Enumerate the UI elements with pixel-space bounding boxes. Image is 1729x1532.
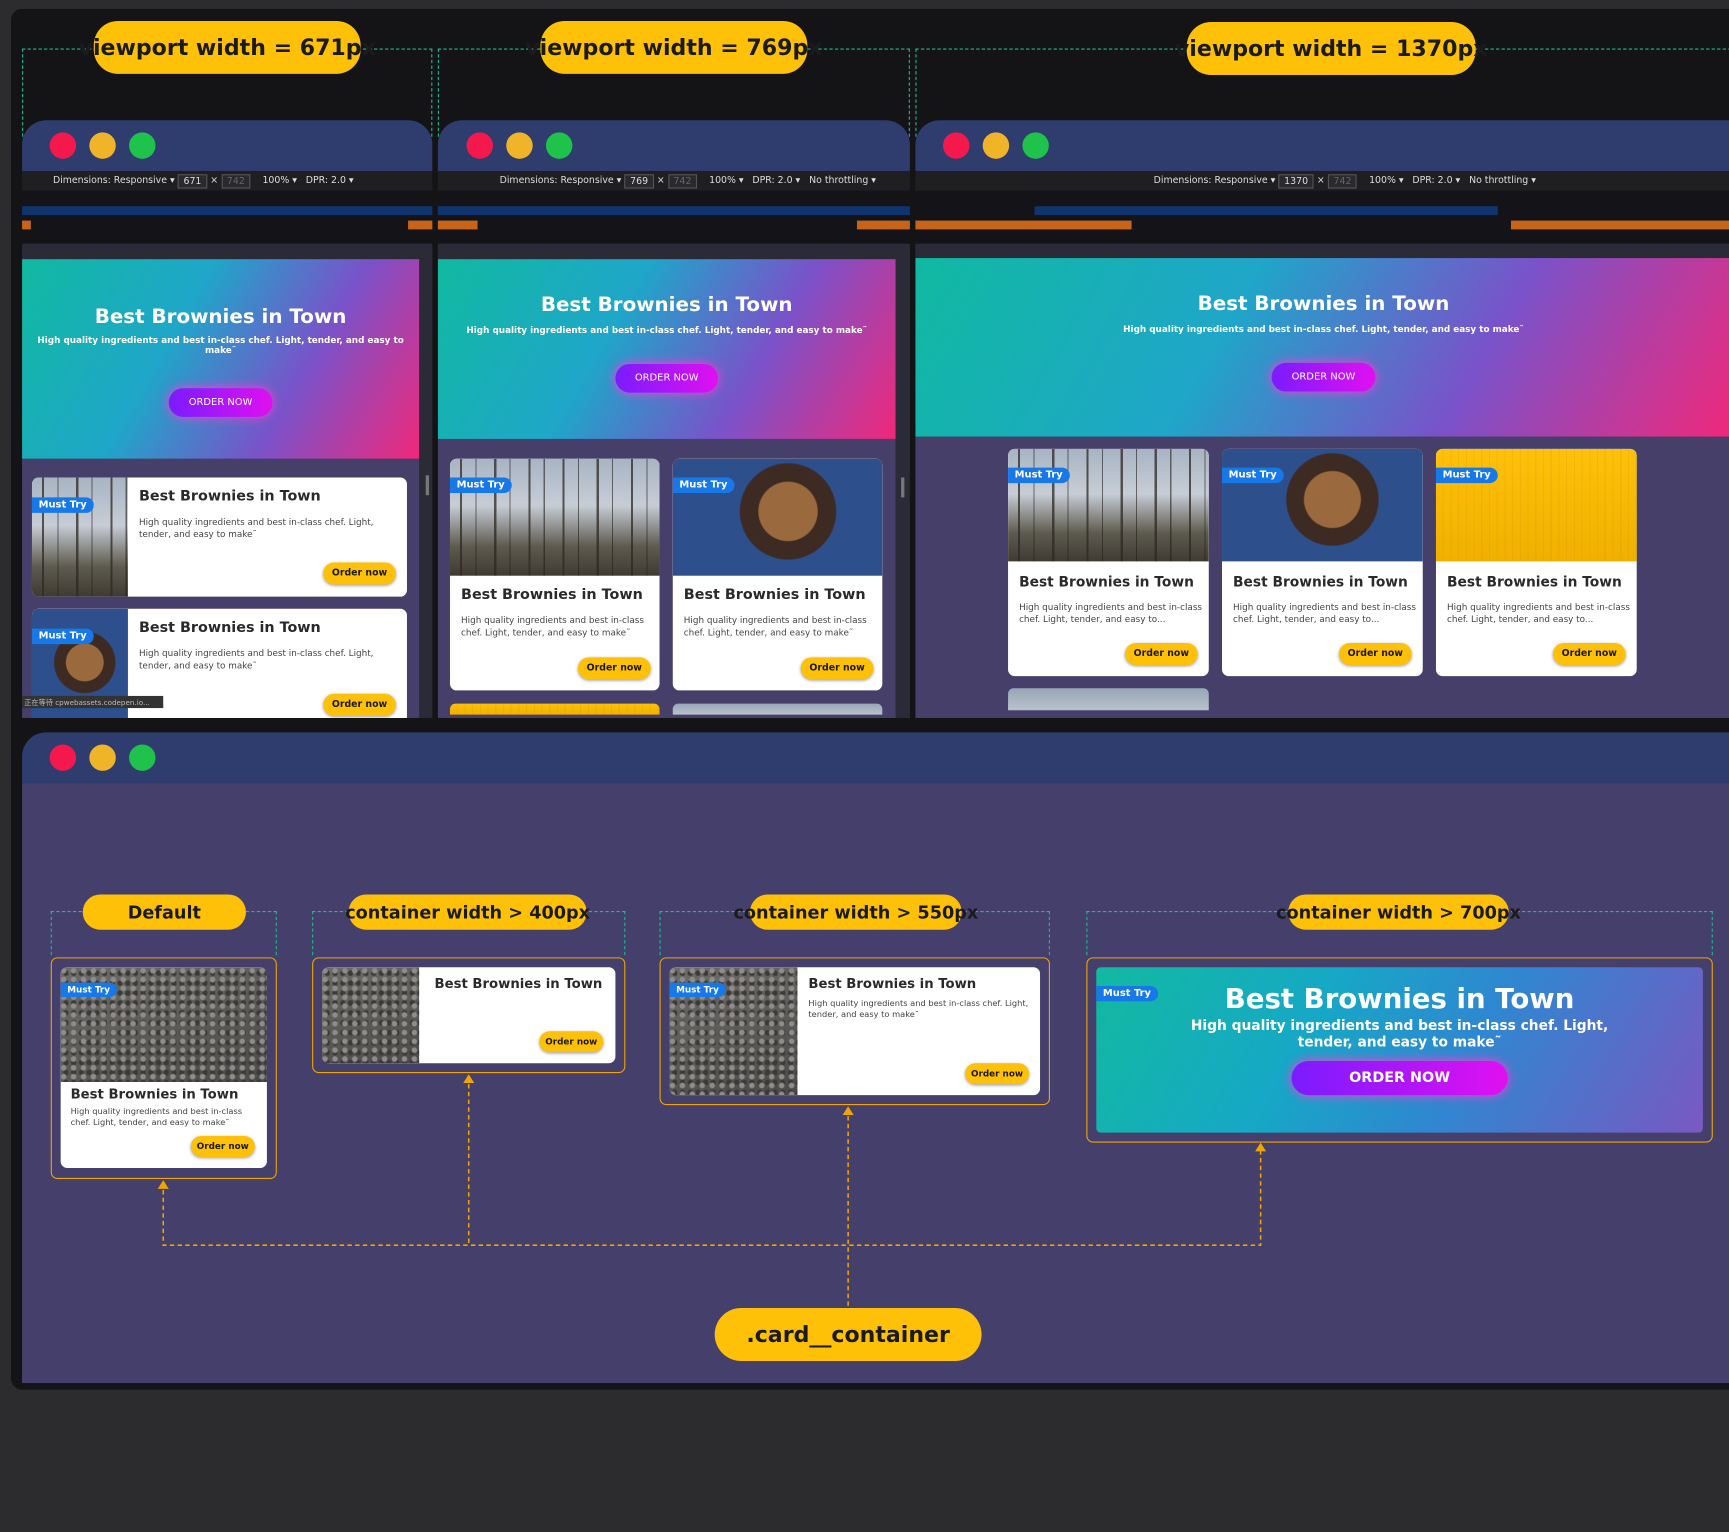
connector-arrows xyxy=(157,1074,1267,1309)
diagram-panel: viewport width = 671px viewport width = … xyxy=(11,8,1729,1390)
card-container-label: .card__container xyxy=(714,1308,982,1361)
